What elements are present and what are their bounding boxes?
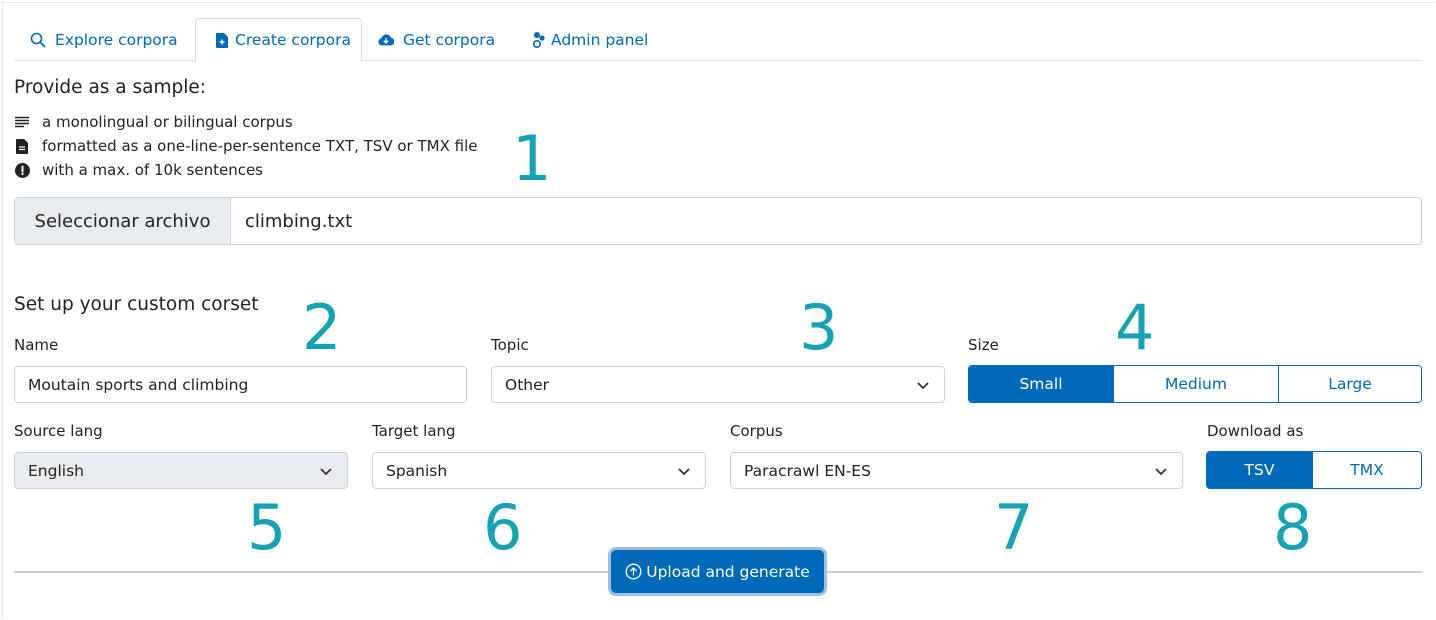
size-label: Size (968, 336, 999, 354)
source-lang-value: English (28, 461, 84, 480)
callout-number: 8 (1273, 491, 1313, 564)
size-medium-button[interactable]: Medium (1113, 366, 1278, 402)
tab-explore-corpora[interactable]: Explore corpora (30, 18, 178, 61)
download-as-label: Download as (1207, 422, 1304, 440)
tab-get-corpora[interactable]: Get corpora (378, 18, 495, 61)
alert-circle-icon (14, 162, 30, 178)
topic-label: Topic (491, 336, 529, 354)
upload-circle-icon (625, 563, 642, 580)
size-button-group: Small Medium Large (968, 365, 1422, 403)
list-item-text: with a max. of 10k sentences (42, 161, 263, 179)
list-item-text: a monolingual or bilingual corpus (42, 113, 293, 131)
callout-number: 3 (799, 291, 839, 364)
file-input[interactable]: Seleccionar archivo climbing.txt (14, 197, 1422, 245)
document-icon (14, 138, 30, 154)
callout-number: 2 (302, 291, 342, 364)
size-large-button[interactable]: Large (1278, 366, 1421, 402)
tab-create-corpora[interactable]: Create corpora (195, 18, 362, 62)
chevron-down-icon (319, 464, 333, 478)
list-item-text: formatted as a one-line-per-sentence TXT… (42, 137, 478, 155)
lines-icon (14, 114, 30, 130)
topic-select[interactable]: Other (491, 366, 945, 403)
callout-number: 6 (483, 491, 523, 564)
download-format-button-group: TSV TMX (1206, 451, 1422, 489)
target-lang-value: Spanish (386, 461, 448, 480)
name-input[interactable]: Moutain sports and climbing (14, 366, 467, 403)
target-lang-label: Target lang (372, 422, 456, 440)
corpus-select[interactable]: Paracrawl EN-ES (730, 452, 1183, 489)
target-lang-select[interactable]: Spanish (372, 452, 706, 489)
list-item: formatted as a one-line-per-sentence TXT… (14, 134, 477, 158)
users-cog-icon (531, 32, 547, 48)
upload-and-generate-button[interactable]: Upload and generate (611, 550, 824, 593)
download-tmx-button[interactable]: TMX (1312, 452, 1421, 488)
sample-requirements-list: a monolingual or bilingual corpus format… (14, 110, 477, 182)
chevron-down-icon (916, 378, 930, 392)
sample-title: Provide as a sample: (14, 77, 207, 98)
tab-label: Create corpora (235, 31, 352, 49)
tab-admin-panel[interactable]: Admin panel (531, 18, 648, 61)
callout-number: 5 (247, 491, 287, 564)
list-item: with a max. of 10k sentences (14, 158, 477, 182)
topic-select-value: Other (505, 375, 550, 394)
selected-file-name: climbing.txt (245, 210, 353, 232)
download-tsv-button[interactable]: TSV (1207, 452, 1312, 488)
main-tabs: Explore corpora Create corpora Get corpo… (14, 18, 1422, 62)
chevron-down-icon (677, 464, 691, 478)
upload-button-label: Upload and generate (646, 562, 810, 581)
name-label: Name (14, 336, 59, 354)
list-item: a monolingual or bilingual corpus (14, 110, 477, 134)
size-small-button[interactable]: Small (969, 366, 1113, 402)
choose-file-button[interactable]: Seleccionar archivo (15, 198, 231, 244)
tab-label: Get corpora (403, 30, 496, 49)
cloud-download-icon (378, 32, 394, 48)
search-icon (30, 32, 46, 48)
chevron-down-icon (1154, 464, 1168, 478)
source-lang-label: Source lang (14, 422, 103, 440)
callout-number: 7 (994, 491, 1034, 564)
corpus-label: Corpus (730, 422, 783, 440)
source-lang-select[interactable]: English (14, 452, 348, 489)
file-plus-icon (214, 32, 230, 48)
callout-number: 1 (512, 122, 552, 195)
tab-label: Admin panel (551, 30, 649, 49)
corpus-value: Paracrawl EN-ES (744, 461, 871, 480)
callout-number: 4 (1115, 291, 1155, 364)
setup-title: Set up your custom corset (14, 294, 259, 315)
tab-label: Explore corpora (55, 30, 178, 49)
